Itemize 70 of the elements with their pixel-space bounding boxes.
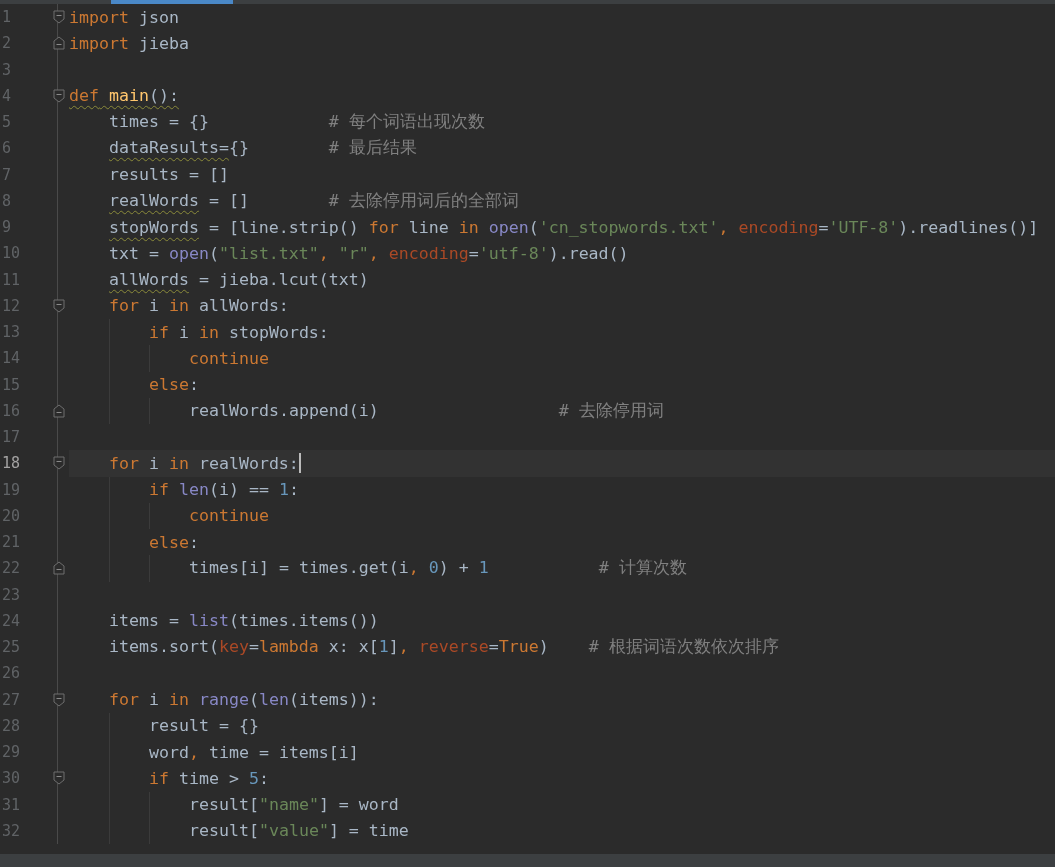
line-number: 22 (1, 559, 22, 578)
line-number: 2 (1, 34, 13, 53)
line-number: 12 (1, 296, 22, 315)
code-line: for i in allWords: (109, 296, 289, 316)
code-line: times = {} # 每个词语出现次数 (109, 111, 485, 134)
code-line: for i in realWords: (109, 453, 299, 473)
line-number: 21 (1, 533, 22, 552)
line-number: 24 (1, 611, 22, 630)
code-line: word, time = items[i] (149, 742, 359, 762)
line-number: 6 (1, 139, 13, 158)
line-number: 11 (1, 270, 22, 289)
code-line: result["value"] = time (189, 821, 409, 841)
line-number: 28 (1, 716, 22, 735)
code-line: else: (149, 532, 199, 552)
line-number: 27 (1, 690, 22, 709)
code-line: txt = open("list.txt", "r", encoding='utf-8').read() (109, 243, 629, 263)
line-number: 16 (1, 401, 22, 420)
code-line: if len(i) == 1: (149, 480, 299, 500)
fold-icon[interactable] (53, 561, 65, 576)
line-number: 1 (1, 8, 13, 27)
line-number: 10 (1, 244, 22, 263)
fold-icon[interactable] (53, 36, 65, 51)
code-line: times[i] = times.get(i, 0) + 1 # 计算次数 (189, 557, 687, 580)
code-line: realWords.append(i) # 去除停用词 (189, 399, 664, 422)
line-number: 5 (1, 113, 13, 132)
code-line: if time > 5: (149, 768, 269, 788)
fold-icon[interactable] (53, 298, 65, 313)
fold-icon[interactable] (53, 88, 65, 103)
line-number: 7 (1, 165, 13, 184)
code-line: realWords = [] # 去除停用词后的全部词 (109, 189, 519, 212)
line-number: 17 (1, 428, 22, 447)
code-line: else: (149, 375, 199, 395)
fold-icon[interactable] (53, 10, 65, 25)
text-cursor (298, 453, 301, 474)
line-number: 14 (1, 349, 22, 368)
code-line: result = {} (149, 716, 259, 736)
code-line: import json (69, 7, 179, 27)
line-number: 25 (1, 638, 22, 657)
code-line: if i in stopWords: (149, 322, 329, 342)
line-number: 13 (1, 323, 22, 342)
fold-icon[interactable] (53, 692, 65, 707)
line-number: 8 (1, 191, 13, 210)
fold-icon[interactable] (53, 403, 65, 418)
code-line: import jieba (69, 33, 189, 53)
code-line: continue (189, 506, 269, 526)
line-number: 9 (1, 218, 13, 237)
line-number: 30 (1, 769, 22, 788)
fold-icon[interactable] (53, 771, 65, 786)
code-line: dataResults={} # 最后结果 (109, 137, 417, 160)
line-number: 29 (1, 743, 22, 762)
line-number: 15 (1, 375, 22, 394)
line-number: 18 (1, 454, 22, 473)
code-line: def main(): (69, 86, 179, 106)
code-line: items.sort(key=lambda x: x[1], reverse=True) # 根据词语次数依次排序 (109, 636, 779, 659)
line-number: 23 (1, 585, 22, 604)
code-line: items = list(times.items()) (109, 611, 379, 631)
line-number: 26 (1, 664, 22, 683)
line-number: 19 (1, 480, 22, 499)
line-number: 32 (1, 821, 22, 840)
line-number: 20 (1, 506, 22, 525)
code-line: result["name"] = word (189, 795, 399, 815)
code-line: results = [] (109, 165, 229, 185)
line-number: 4 (1, 86, 13, 105)
line-number: 31 (1, 795, 22, 814)
fold-icon[interactable] (53, 456, 65, 471)
code-line: stopWords = [line.strip() for line in open('cn_stopwords.txt', encoding='UTF-8').readlines()] (109, 217, 1039, 237)
line-number: 3 (1, 60, 13, 79)
code-line: for i in range(len(items)): (109, 690, 379, 710)
code-line: continue (189, 348, 269, 368)
code-line: allWords = jieba.lcut(txt) (109, 270, 369, 290)
